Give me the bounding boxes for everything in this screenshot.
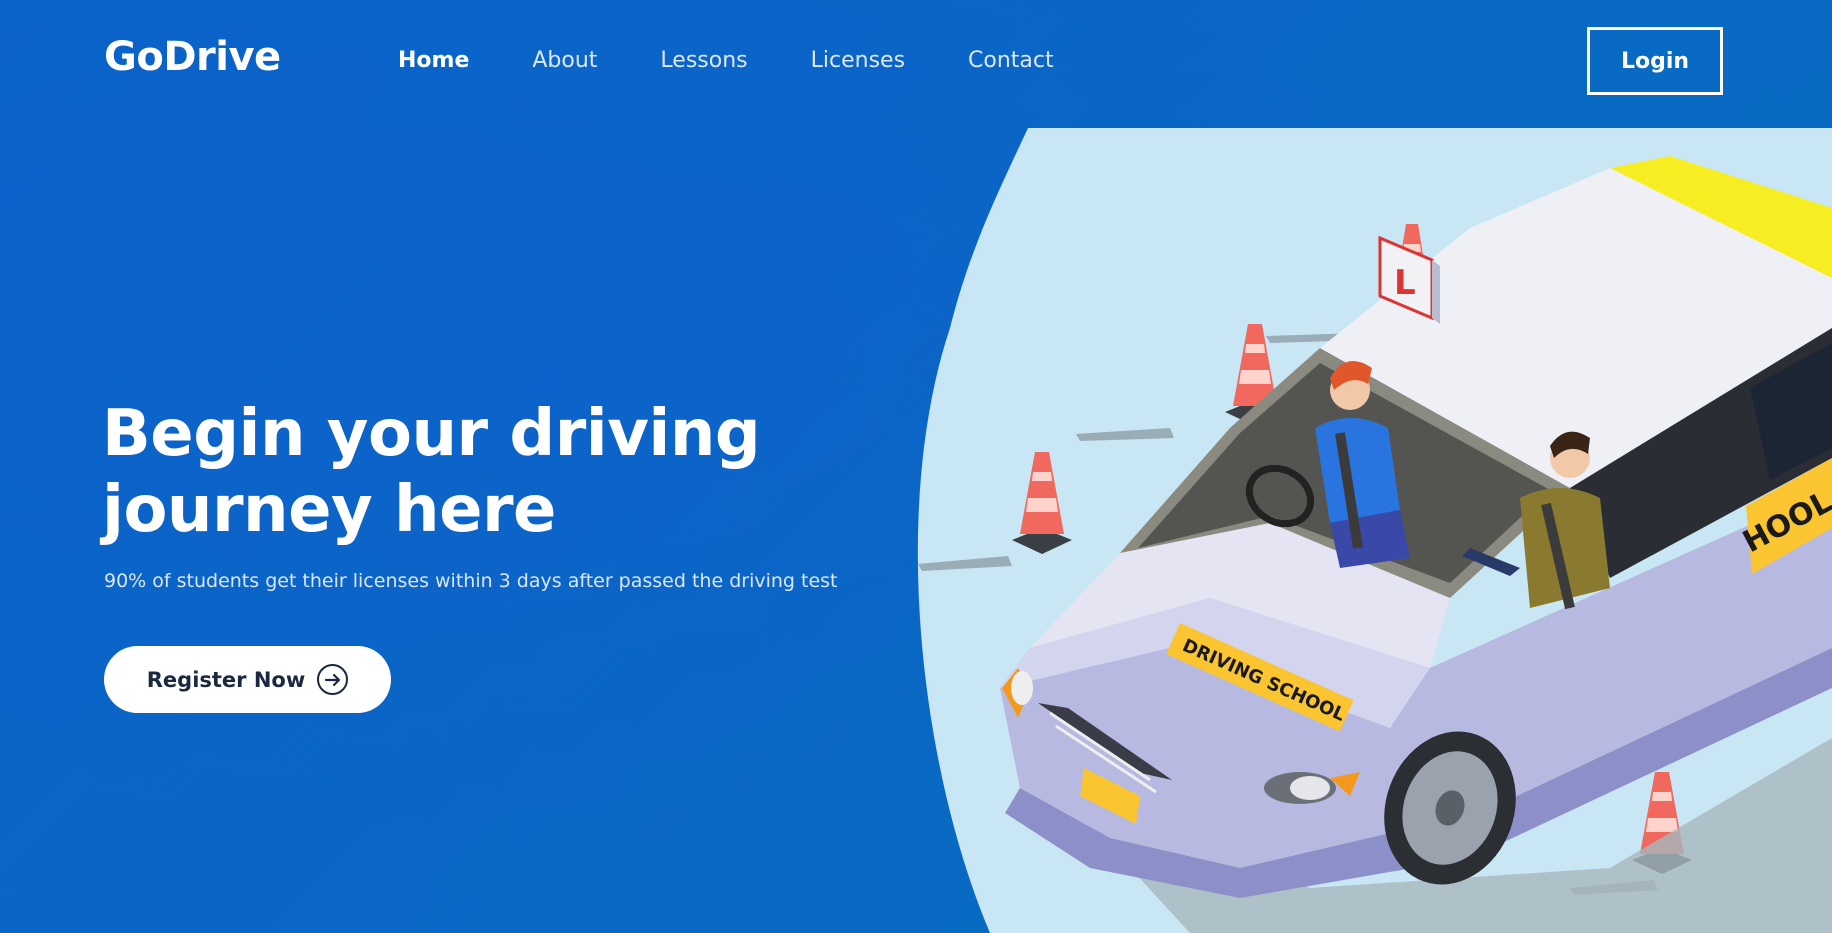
arrow-right-circle-icon xyxy=(317,664,349,695)
register-now-label: Register Now xyxy=(146,667,306,692)
hero-subtitle: 90% of students get their licenses withi… xyxy=(104,570,838,592)
nav-item-contact[interactable]: Contact xyxy=(968,48,1054,73)
register-now-button[interactable]: Register Now xyxy=(104,646,391,713)
site-header: GoDrive Home About Lessons Licenses Cont… xyxy=(0,0,1832,124)
hero-title: Begin your driving journey here xyxy=(102,396,862,548)
hero-title-line-1: Begin your driving xyxy=(102,397,761,471)
learner-plate-text: L xyxy=(1394,263,1416,303)
hero-title-line-2: journey here xyxy=(102,473,556,547)
main-nav: Home About Lessons Licenses Contact xyxy=(398,48,1117,73)
nav-item-about[interactable]: About xyxy=(532,48,597,73)
driving-school-illustration: HOOL L DRIVING SCHOOL xyxy=(917,128,1832,933)
nav-item-lessons[interactable]: Lessons xyxy=(660,48,747,73)
brand-logo[interactable]: GoDrive xyxy=(104,34,281,80)
nav-item-licenses[interactable]: Licenses xyxy=(811,48,905,73)
nav-item-home[interactable]: Home xyxy=(398,48,469,73)
login-button[interactable]: Login xyxy=(1587,27,1723,95)
